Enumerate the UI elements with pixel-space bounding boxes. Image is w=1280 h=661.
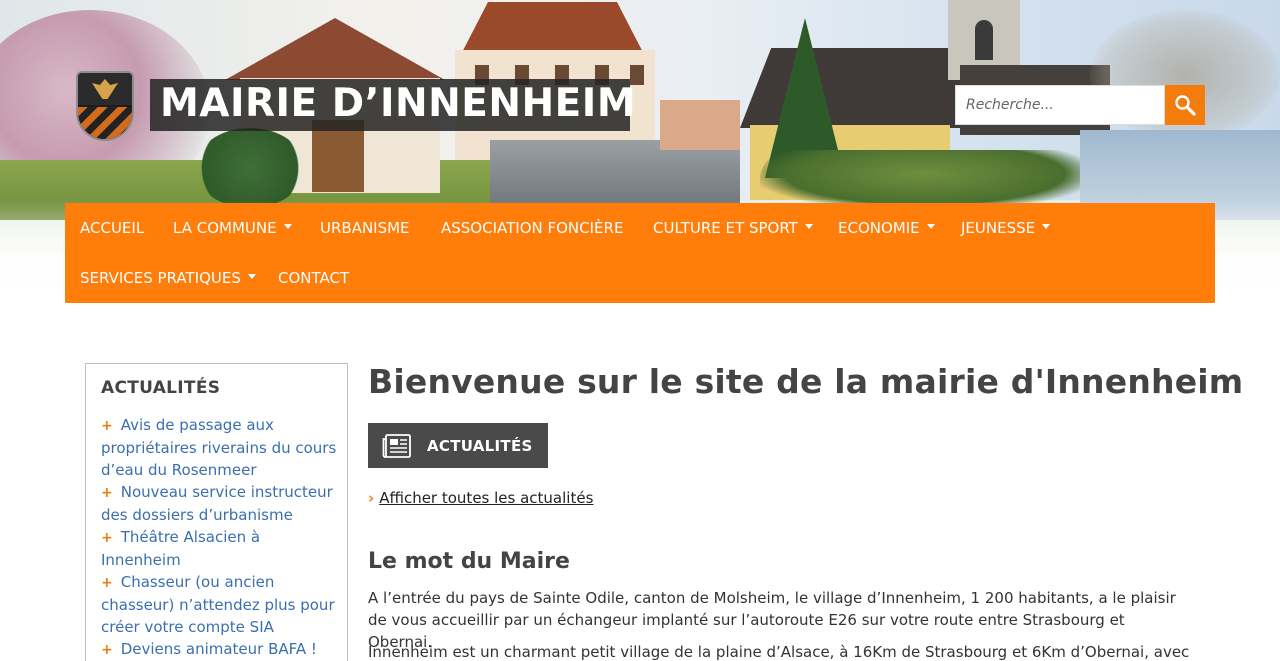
- nav-item-economie[interactable]: ECONOMIE: [838, 203, 935, 253]
- news-list-item[interactable]: + Avis de passage aux propriétaires river…: [101, 414, 337, 481]
- nav-label: JEUNESSE: [961, 219, 1036, 237]
- maire-paragraph: Innenheim est un charmant petit village …: [368, 643, 1190, 661]
- news-link[interactable]: Nouveau service instructeur des dossiers…: [101, 483, 333, 524]
- news-sidebar: ACTUALITÉS + Avis de passage aux propriét…: [85, 363, 348, 661]
- nav-item-services-pratiques[interactable]: SERVICES PRATIQUES: [80, 253, 256, 303]
- chevron-down-icon: [283, 224, 292, 229]
- distant-houses-image: [660, 100, 740, 150]
- plus-icon: +: [101, 575, 113, 591]
- tower-window-image: [975, 20, 993, 60]
- nav-label: ECONOMIE: [838, 219, 920, 237]
- nav-label: CONTACT: [278, 269, 350, 287]
- site-title[interactable]: MAIRIE D’INNENHEIM: [160, 80, 636, 128]
- chevron-down-icon: [804, 224, 813, 229]
- news-list-item[interactable]: + Deviens animateur BAFA !: [101, 638, 337, 661]
- search-form: [955, 85, 1205, 125]
- plus-icon: +: [101, 418, 113, 434]
- chevron-down-icon: [926, 224, 935, 229]
- maire-section-title: Le mot du Maire: [368, 549, 570, 574]
- nav-item-jeunesse[interactable]: JEUNESSE: [961, 203, 1051, 253]
- nav-label: ACCUEIL: [80, 219, 145, 237]
- coat-of-arms-icon[interactable]: [76, 71, 134, 141]
- plus-icon: +: [101, 485, 113, 501]
- plus-icon: +: [101, 642, 113, 658]
- nav-item-contact[interactable]: CONTACT: [278, 253, 349, 303]
- main-navigation: ACCUEIL LA COMMUNE URBANISME ASSOCIATION…: [65, 203, 1215, 303]
- crest-stripes: [78, 107, 132, 139]
- nav-label: ASSOCIATION FONCIÈRE: [441, 219, 624, 237]
- search-input[interactable]: [955, 85, 1165, 125]
- news-list-item[interactable]: + Théâtre Alsacien à Innenheim: [101, 526, 337, 571]
- bush-image: [195, 128, 305, 208]
- nav-item-accueil[interactable]: ACCUEIL: [80, 203, 144, 253]
- sidebar-title: ACTUALITÉS: [101, 378, 221, 398]
- nav-label: URBANISME: [320, 219, 410, 237]
- search-icon: [1175, 95, 1196, 116]
- news-button-label: ACTUALITÉS: [427, 436, 533, 455]
- nav-label: SERVICES PRATIQUES: [80, 269, 241, 287]
- news-list: + Avis de passage aux propriétaires river…: [101, 414, 337, 661]
- chevron-right-icon: ›: [368, 489, 375, 507]
- page-title: Bienvenue sur le site de la mairie d'Inn…: [368, 362, 1244, 401]
- nav-item-la-commune[interactable]: LA COMMUNE: [173, 203, 292, 253]
- news-button[interactable]: ACTUALITÉS: [368, 423, 548, 468]
- all-news-link[interactable]: Afficher toutes les actualités: [379, 489, 593, 507]
- plus-icon: +: [101, 530, 113, 546]
- nav-item-urbanisme[interactable]: URBANISME: [320, 203, 410, 253]
- news-list-item[interactable]: + Nouveau service instructeur des dossier…: [101, 481, 337, 526]
- news-link[interactable]: Deviens animateur BAFA !: [121, 640, 317, 658]
- news-link[interactable]: Chasseur (ou ancien chasseur) n’attendez…: [101, 573, 335, 636]
- search-button[interactable]: [1165, 85, 1205, 125]
- chevron-down-icon: [1042, 224, 1051, 229]
- nav-label: LA COMMUNE: [173, 219, 277, 237]
- house-roof-image: [225, 18, 445, 80]
- nav-item-association-fonciere[interactable]: ASSOCIATION FONCIÈRE: [441, 203, 623, 253]
- newspaper-icon: [382, 433, 411, 458]
- chevron-down-icon: [247, 274, 256, 279]
- nav-item-culture-et-sport[interactable]: CULTURE ET SPORT: [653, 203, 813, 253]
- news-link[interactable]: Théâtre Alsacien à Innenheim: [101, 528, 260, 569]
- news-list-item[interactable]: + Chasseur (ou ancien chasseur) n’attende…: [101, 571, 337, 638]
- news-link[interactable]: Avis de passage aux propriétaires rivera…: [101, 416, 336, 479]
- nav-label: CULTURE ET SPORT: [653, 219, 798, 237]
- all-news-link-row: › Afficher toutes les actualités: [368, 489, 593, 507]
